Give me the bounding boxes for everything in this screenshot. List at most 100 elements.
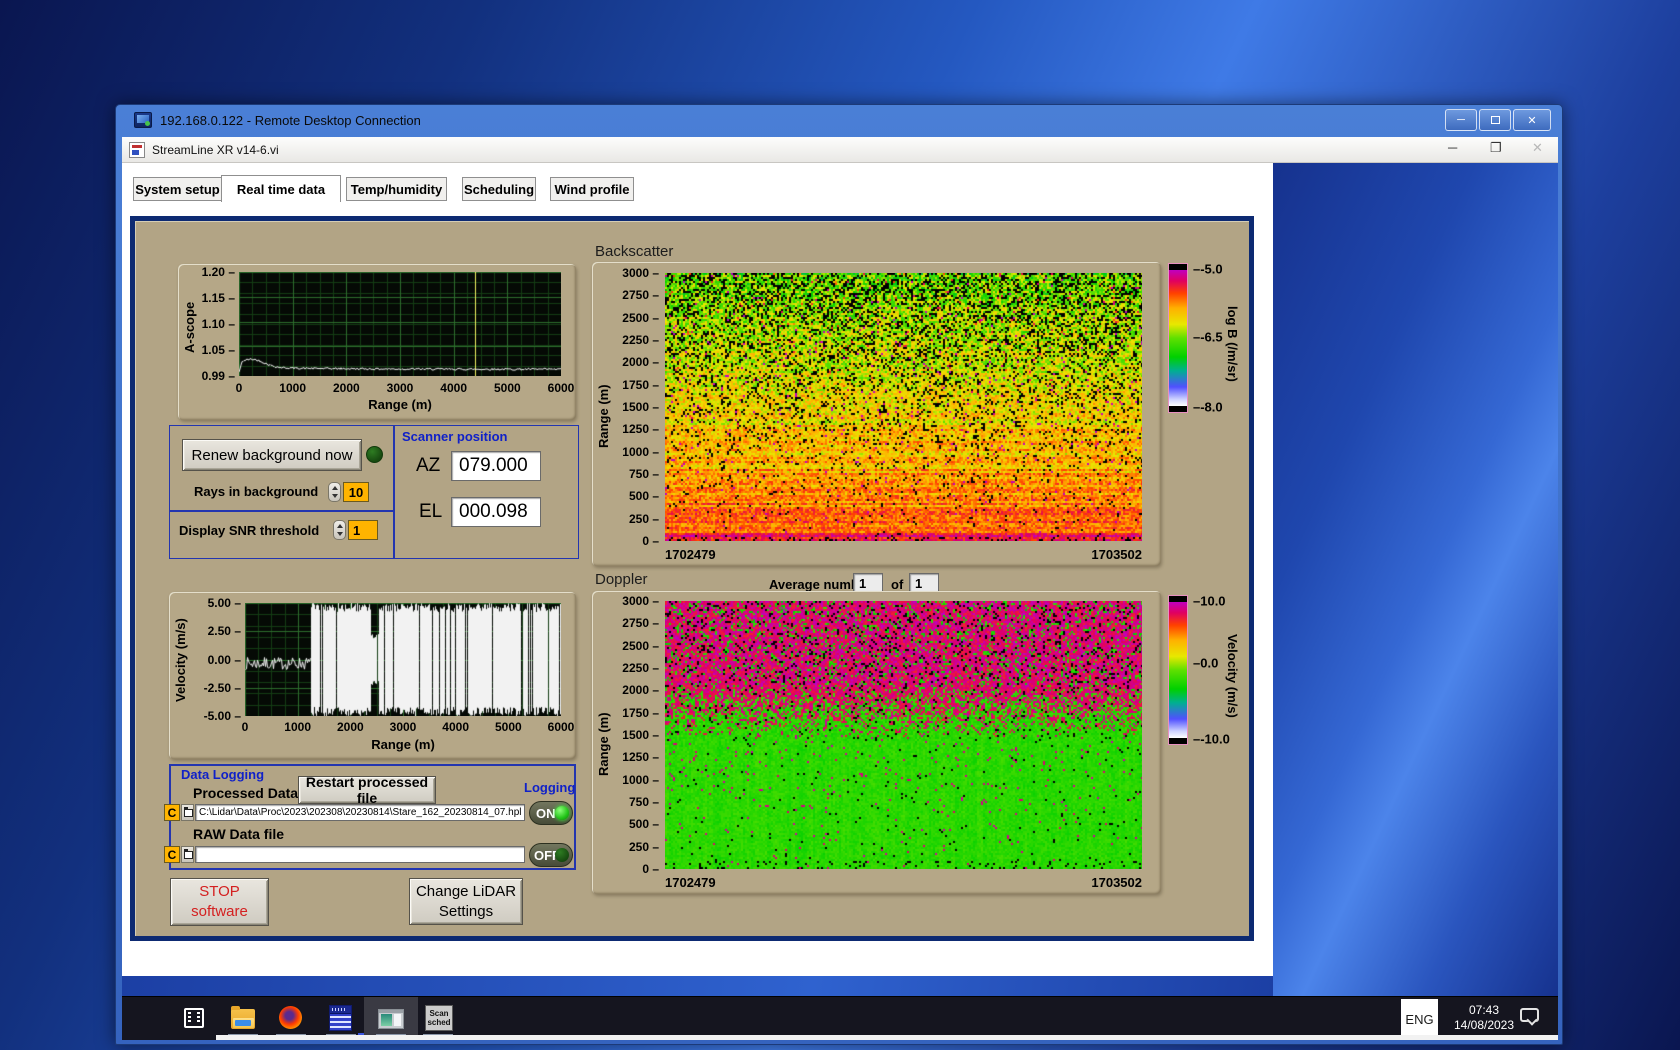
- backscatter-title: Backscatter: [595, 243, 673, 260]
- el-label: EL: [419, 501, 442, 523]
- logging-label: Logging: [524, 780, 575, 795]
- action-center-icon[interactable]: [1520, 1008, 1539, 1022]
- doppler-ytick-labels: 3000 –2750 –2500 –2250 –2000 –1750 –1500…: [612, 601, 659, 869]
- doppler-time-end: 1703502: [1091, 875, 1142, 890]
- remote-wallpaper: [1273, 163, 1558, 996]
- minimize-icon: ─: [1457, 114, 1465, 126]
- backscatter-time-start: 1702479: [665, 547, 716, 562]
- backscatter-timestamps: 1702479 1703502: [665, 547, 1142, 562]
- processed-path-field[interactable]: C:\Lidar\Data\Proc\2023\202308\20230814\…: [195, 804, 525, 821]
- backscatter-time-end: 1703502: [1091, 547, 1142, 562]
- app-front-panel: System setup Real time data Temp/humidit…: [122, 163, 1273, 976]
- rays-value-field[interactable]: 10: [343, 482, 369, 502]
- close-icon: ✕: [1527, 114, 1536, 127]
- remote-taskbar: Scan sched ENG 07:43 14/08/2023: [122, 996, 1558, 1040]
- app-close-button[interactable]: ✕: [1532, 140, 1543, 156]
- scanner-position-title: Scanner position: [402, 429, 507, 444]
- rdp-icon: [134, 112, 152, 128]
- raw-path-field[interactable]: [195, 846, 525, 863]
- local-taskbar-sliver: [216, 1035, 1558, 1040]
- doppler-timestamps: 1702479 1703502: [665, 875, 1142, 890]
- maximize-icon: [1491, 116, 1500, 124]
- rdp-window: 192.168.0.122 - Remote Desktop Connectio…: [115, 104, 1563, 1045]
- rays-in-background-label: Rays in background: [194, 484, 318, 499]
- doppler-colorbar: [1168, 595, 1188, 745]
- change-line2: Settings: [439, 902, 493, 922]
- backscatter-heatmap: [665, 273, 1142, 541]
- tab-scheduling[interactable]: Scheduling: [462, 177, 536, 201]
- backscatter-colorbar: [1168, 263, 1188, 413]
- snr-threshold-label: Display SNR threshold: [179, 523, 319, 538]
- renew-background-button[interactable]: Renew background now: [182, 439, 362, 471]
- data-logging-title: Data Logging: [181, 767, 264, 782]
- tab-real-time-data[interactable]: Real time data: [221, 175, 341, 202]
- streamline-app-icon: [378, 1009, 404, 1029]
- processed-browse-icon[interactable]: [181, 804, 194, 821]
- logging-on-led: [555, 806, 569, 820]
- vi-icon-detail-red: [132, 145, 142, 148]
- doppler-heatmap: [665, 601, 1142, 869]
- backscatter-ytick-labels: 3000 –2750 –2500 –2250 –2000 –1750 –1500…: [612, 273, 659, 541]
- firefox-icon[interactable]: [279, 1006, 302, 1029]
- app-title: StreamLine XR v14-6.vi: [152, 143, 279, 157]
- processed-logging-toggle[interactable]: ON: [529, 801, 573, 825]
- terminal-app-icon[interactable]: [329, 1005, 352, 1031]
- raw-logging-toggle[interactable]: OFF: [529, 843, 573, 867]
- scan-icon-line1: Scan: [426, 1009, 452, 1018]
- clock-date[interactable]: 14/08/2023: [1438, 1018, 1530, 1033]
- task-view-icon[interactable]: [184, 1008, 204, 1028]
- rdp-close-button[interactable]: ✕: [1513, 109, 1551, 131]
- rdp-icon-dot: [145, 121, 150, 126]
- vi-icon: [129, 142, 145, 158]
- doppler-colorbar-label: Velocity (m/s): [1222, 603, 1240, 748]
- velocity-xaxis-label: Range (m): [245, 737, 561, 752]
- on-label: ON: [536, 806, 556, 821]
- vi-icon-detail-blue: [132, 150, 139, 155]
- snr-value-field[interactable]: 1: [348, 520, 378, 540]
- rdp-title: 192.168.0.122 - Remote Desktop Connectio…: [160, 113, 421, 128]
- az-value-field[interactable]: 079.000: [451, 451, 541, 481]
- ascope-plot: [239, 272, 561, 376]
- background-led[interactable]: [366, 446, 383, 463]
- language-indicator[interactable]: ENG: [1401, 999, 1438, 1039]
- processed-drive-box[interactable]: C: [164, 804, 180, 821]
- stop-software-button[interactable]: STOP software: [170, 878, 269, 926]
- stop-line2: software: [191, 902, 248, 922]
- tab-temp-humidity[interactable]: Temp/humidity: [346, 177, 447, 201]
- main-panel: A-scope 1.20 –1.15 –1.10 –1.05 –0.99 – 0…: [130, 216, 1254, 941]
- tab-system-setup[interactable]: System setup: [133, 177, 222, 201]
- el-value-field[interactable]: 000.098: [451, 497, 541, 527]
- tab-wind-profile[interactable]: Wind profile: [550, 177, 634, 201]
- velocity-xtick-labels: 0100020003000400050006000: [245, 720, 561, 734]
- file-explorer-icon[interactable]: [231, 1009, 255, 1029]
- rdp-minimize-button[interactable]: ─: [1445, 109, 1477, 131]
- backscatter-colorbar-label: log B (/m/sr): [1222, 271, 1240, 416]
- logging-off-led: [555, 848, 569, 862]
- change-lidar-settings-button[interactable]: Change LiDAR Settings: [409, 878, 523, 925]
- average-current-field[interactable]: 1: [853, 573, 883, 593]
- app-restore-button[interactable]: ❐: [1490, 140, 1502, 156]
- ascope-xtick-labels: 0100020003000400050006000: [239, 381, 561, 395]
- rdp-maximize-button[interactable]: [1479, 109, 1511, 131]
- rdp-titlebar[interactable]: 192.168.0.122 - Remote Desktop Connectio…: [116, 105, 1564, 137]
- doppler-time-start: 1702479: [665, 875, 716, 890]
- restart-processed-file-button[interactable]: Restart processed file: [298, 776, 436, 804]
- average-of-label: of: [891, 577, 903, 592]
- doppler-ylabel: Range (m): [596, 699, 611, 789]
- scan-icon-line2: sched: [426, 1018, 452, 1027]
- rays-spinner[interactable]: [328, 482, 341, 502]
- app-titlebar[interactable]: StreamLine XR v14-6.vi ─ ❐ ✕: [122, 137, 1558, 163]
- scan-scheduler-icon[interactable]: Scan sched: [425, 1005, 453, 1031]
- remote-wallpaper-strip: [122, 976, 1273, 996]
- raw-browse-icon[interactable]: [181, 846, 194, 863]
- snr-spinner[interactable]: [333, 520, 346, 540]
- clock-time[interactable]: 07:43: [1438, 1003, 1530, 1018]
- ascope-ytick-labels: 1.20 –1.15 –1.10 –1.05 –0.99 –: [195, 272, 235, 376]
- average-total-field[interactable]: 1: [909, 573, 939, 593]
- app-minimize-button[interactable]: ─: [1448, 140, 1457, 155]
- velocity-ytick-labels: 5.00 –2.50 –0.00 –-2.50 –-5.00 –: [193, 603, 241, 716]
- raw-drive-box[interactable]: C: [164, 846, 180, 863]
- az-label: AZ: [416, 455, 440, 477]
- desktop: 192.168.0.122 - Remote Desktop Connectio…: [0, 0, 1680, 1050]
- velocity-ylabel: Velocity (m/s): [173, 613, 188, 707]
